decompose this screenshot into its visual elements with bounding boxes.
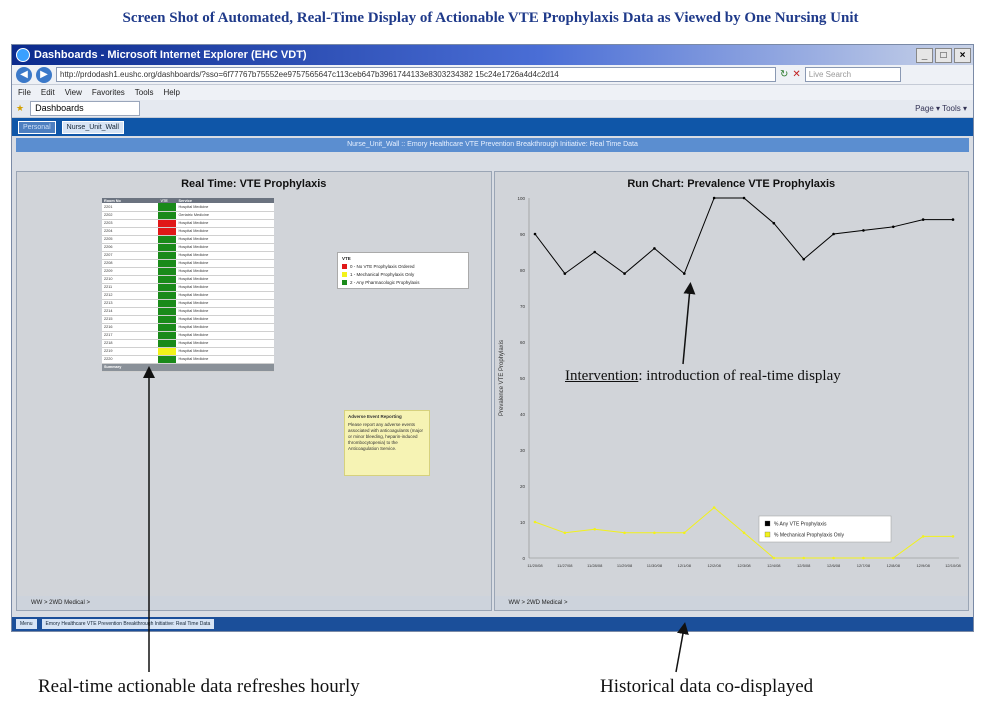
right-arrow (675, 622, 689, 673)
intervention-arrow (682, 282, 696, 365)
annotation-arrows (143, 282, 696, 673)
